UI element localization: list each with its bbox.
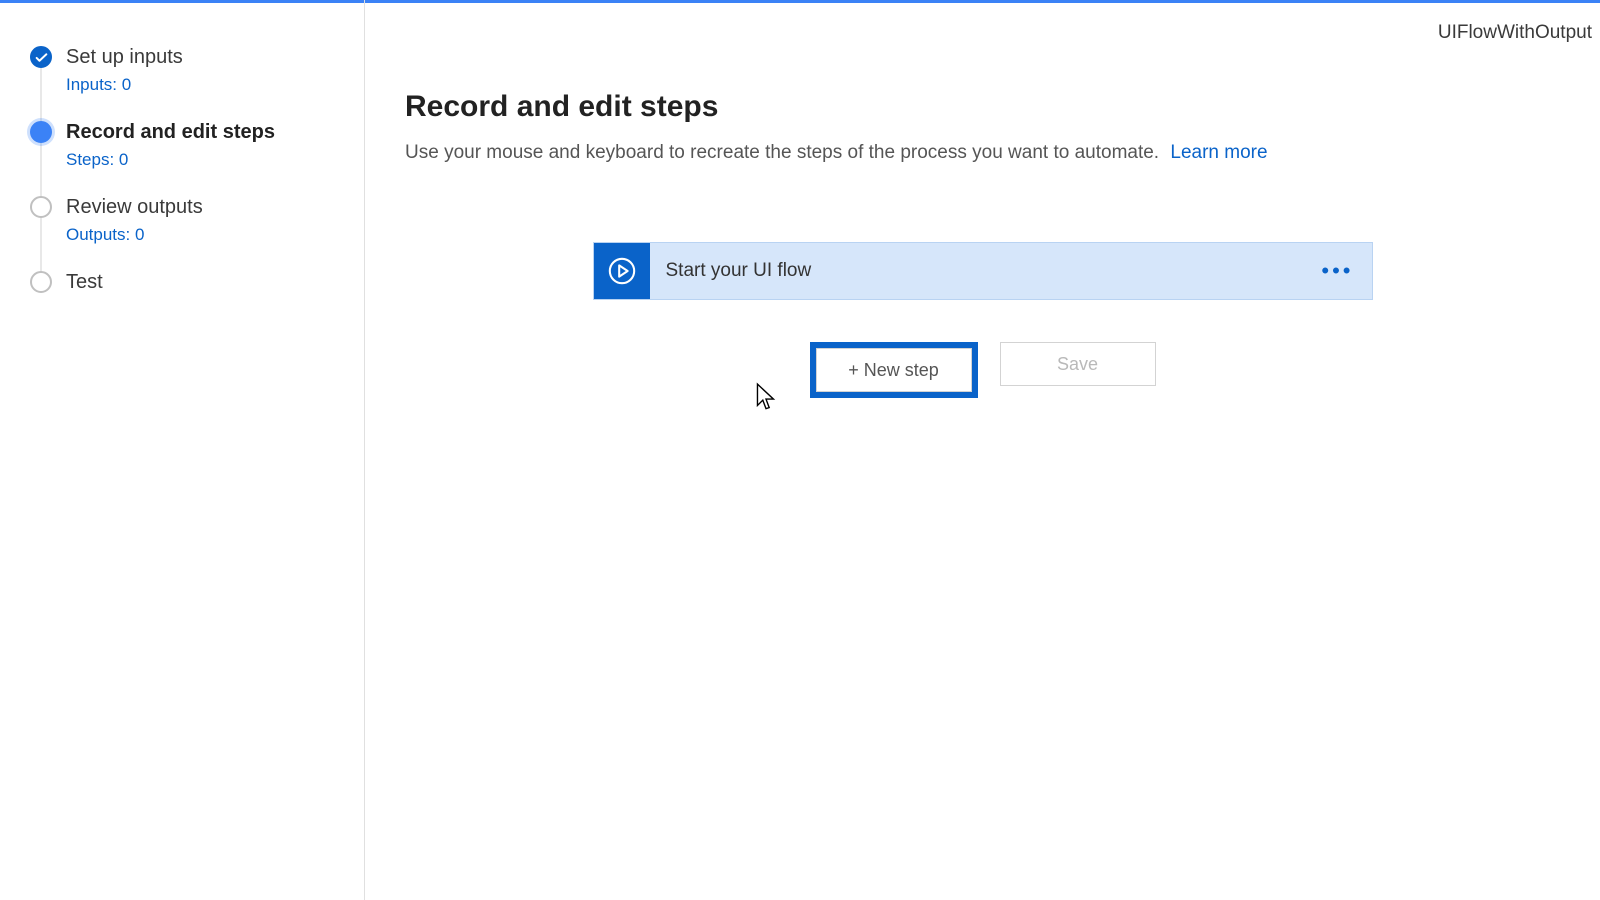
wizard-step-sub: Inputs: 0	[66, 75, 364, 95]
wizard-step-sub: Outputs: 0	[66, 225, 364, 245]
wizard-step-title: Review outputs	[66, 196, 364, 219]
wizard-step-sub: Steps: 0	[66, 150, 364, 170]
play-circle-icon	[594, 243, 650, 299]
flow-name-label: UIFlowWithOutput	[1438, 22, 1592, 44]
wizard-step-title: Record and edit steps	[66, 121, 364, 144]
wizard-step-setup-inputs[interactable]: Set up inputs Inputs: 0	[30, 38, 364, 113]
page-description: Use your mouse and keyboard to recreate …	[405, 142, 1600, 164]
main-panel: UIFlowWithOutput Record and edit steps U…	[365, 0, 1600, 900]
save-button[interactable]: Save	[1000, 342, 1156, 386]
pending-step-icon	[30, 271, 52, 293]
wizard-sidebar: Set up inputs Inputs: 0 Record and edit …	[0, 0, 365, 900]
new-step-button[interactable]: + New step	[816, 348, 972, 392]
start-flow-card[interactable]: Start your UI flow •••	[593, 242, 1373, 300]
wizard-step-title: Test	[66, 271, 364, 294]
wizard-step-title: Set up inputs	[66, 46, 364, 69]
learn-more-link[interactable]: Learn more	[1170, 142, 1267, 163]
new-step-highlight: + New step	[810, 342, 978, 398]
current-step-icon	[30, 121, 52, 143]
action-row: + New step Save	[593, 342, 1373, 398]
page-description-text: Use your mouse and keyboard to recreate …	[405, 142, 1159, 163]
wizard-step-record-edit[interactable]: Record and edit steps Steps: 0	[30, 113, 364, 188]
check-icon	[30, 46, 52, 68]
wizard-step-test[interactable]: Test	[30, 263, 364, 312]
mouse-cursor-icon	[753, 382, 779, 414]
wizard-step-review-outputs[interactable]: Review outputs Outputs: 0	[30, 188, 364, 263]
more-options-icon[interactable]: •••	[1303, 258, 1371, 284]
pending-step-icon	[30, 196, 52, 218]
page-title: Record and edit steps	[405, 90, 1600, 124]
start-flow-card-title: Start your UI flow	[650, 260, 1304, 282]
